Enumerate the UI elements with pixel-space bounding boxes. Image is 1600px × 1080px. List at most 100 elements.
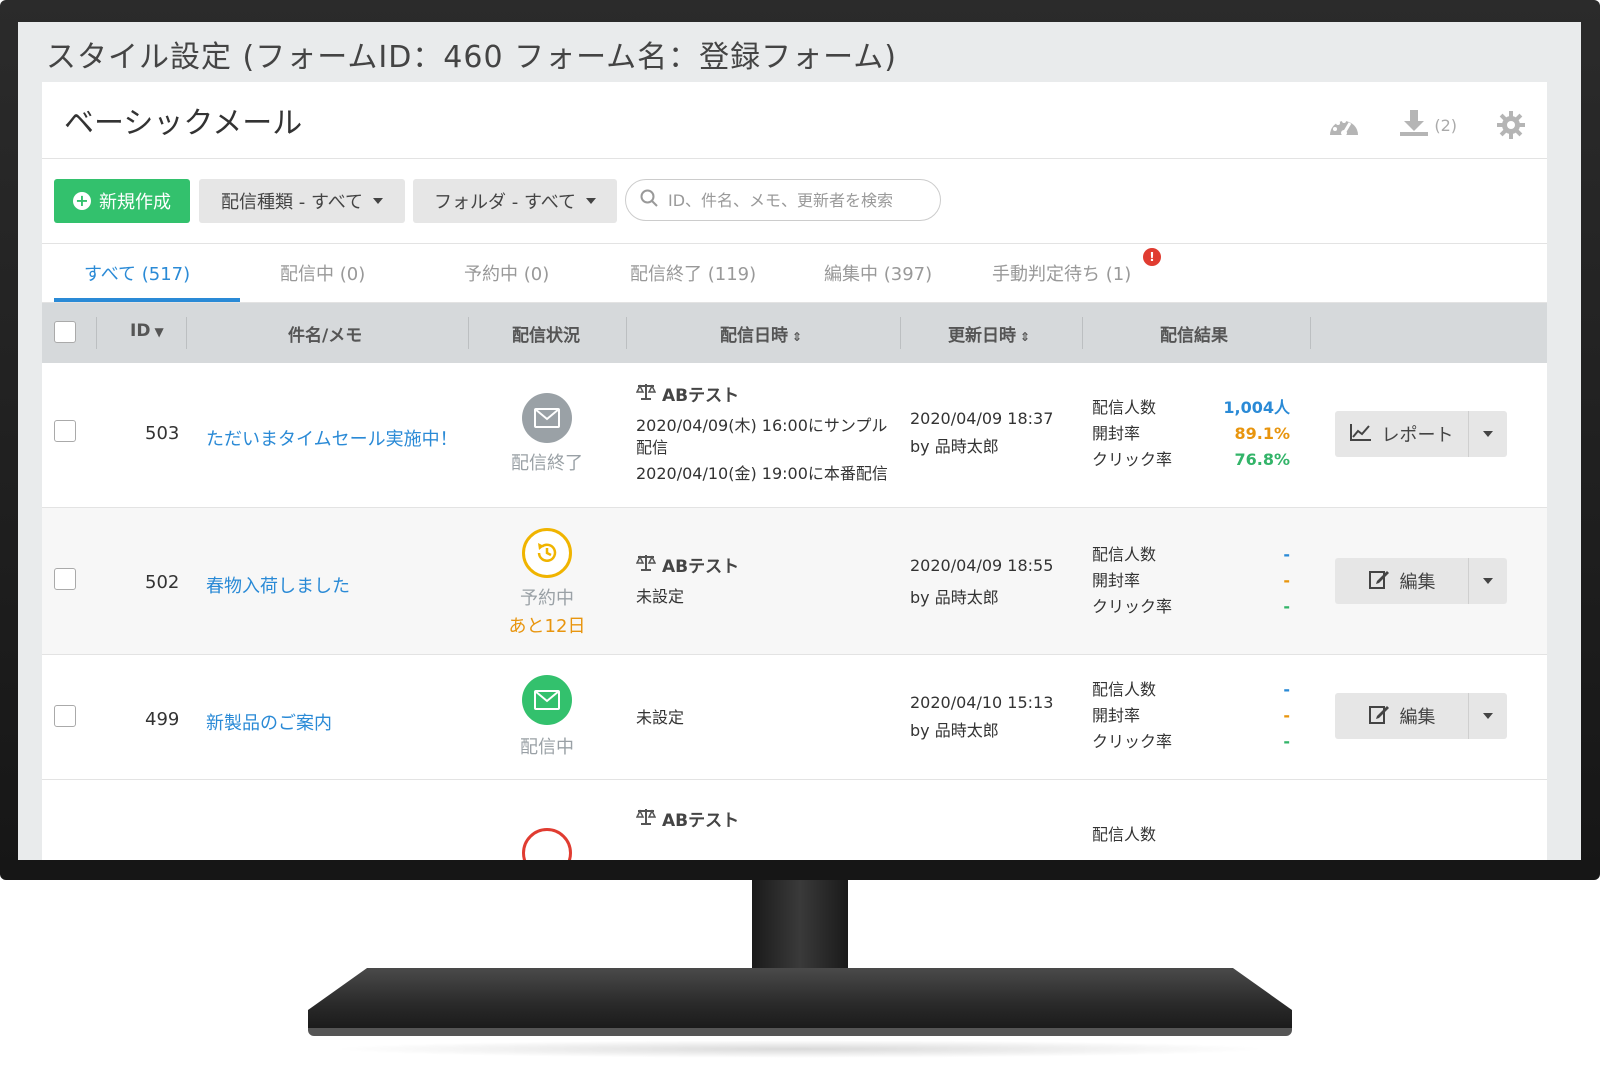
column-subject: 件名/メモ: [288, 326, 363, 346]
caret-down-icon: [585, 198, 596, 204]
result-click-rate: -: [1283, 597, 1290, 616]
result-label-count: 配信人数: [1092, 398, 1157, 417]
result-label-click: クリック率: [1092, 732, 1173, 751]
row-subject-link[interactable]: ただいまタイムセール実施中！: [206, 425, 458, 451]
updated-date: 2020/04/09 18:37: [910, 409, 1054, 428]
header-icons: (2): [1328, 110, 1525, 140]
error-status-icon: [522, 828, 572, 860]
tab-sending[interactable]: 配信中 (0): [280, 260, 365, 286]
row-action-group: レポート: [1335, 411, 1507, 457]
table-row: 499 新製品のご案内 配信中 未設定 2020/04/10 15:13 by …: [42, 655, 1547, 780]
search-box: [625, 179, 941, 221]
plus-icon: +: [73, 192, 91, 210]
status-label: 予約中: [520, 588, 574, 609]
monitor-neck: [752, 880, 848, 975]
result-label-open: 開封率: [1092, 424, 1141, 443]
form-title: スタイル設定 (フォームID：460 フォーム名：登録フォーム): [46, 40, 897, 75]
table-row: ABテスト 配信人数: [42, 780, 1547, 860]
sort-icon: ⇕: [1020, 330, 1031, 344]
column-divider: [1082, 317, 1083, 349]
result-label-count: 配信人数: [1092, 680, 1157, 699]
folder-filter-label: フォルダ - すべて: [434, 192, 576, 213]
download-icon: [1400, 110, 1429, 140]
result-open-rate: -: [1283, 706, 1290, 725]
row-menu-toggle[interactable]: [1469, 693, 1507, 739]
edit-button[interactable]: 編集: [1335, 558, 1469, 604]
result-label-click: クリック率: [1092, 597, 1173, 616]
row-menu-toggle[interactable]: [1469, 558, 1507, 604]
column-divider: [186, 317, 187, 349]
monitor-stand-edge: [308, 1028, 1292, 1036]
schedule-text-1: 未設定: [636, 708, 685, 727]
result-label-open: 開封率: [1092, 571, 1141, 590]
schedule-text-3: 2020/04/10(金) 19:00に本番配信: [636, 464, 888, 483]
new-button[interactable]: + 新規作成: [54, 179, 190, 223]
envelope-icon: [522, 393, 572, 443]
scale-icon: [635, 807, 657, 830]
edit-icon: [1368, 703, 1390, 730]
main-panel: ベーシックメール (2) + 新規作成 配信種類 - すべて フォルダ - すべ…: [42, 82, 1547, 860]
search-icon: [640, 189, 658, 211]
column-updated[interactable]: 更新日時 ⇕: [948, 321, 1030, 346]
alert-badge: !: [1143, 248, 1161, 266]
row-checkbox[interactable]: [54, 420, 76, 442]
table-row: 502 春物入荷しました 予約中 あと12日 ABテスト 未設定 2020/04…: [42, 508, 1547, 655]
edit-button[interactable]: 編集: [1335, 693, 1469, 739]
row-menu-toggle[interactable]: [1469, 411, 1507, 457]
row-subject-link[interactable]: 新製品のご案内: [206, 709, 332, 735]
column-divider: [468, 317, 469, 349]
dashboard-icon[interactable]: [1328, 113, 1360, 137]
result-click-rate: 76.8%: [1234, 450, 1290, 469]
select-all-checkbox[interactable]: [54, 321, 76, 343]
tab-scheduled[interactable]: 予約中 (0): [464, 260, 549, 286]
download-button[interactable]: (2): [1400, 110, 1457, 140]
status-tabs: すべて (517) 配信中 (0) 予約中 (0) 配信終了 (119) 編集中…: [42, 244, 1547, 303]
sort-icon: ⇕: [792, 330, 803, 344]
sort-desc-icon: ▼: [154, 325, 164, 339]
scale-icon: [635, 553, 657, 576]
row-subject-link[interactable]: 春物入荷しました: [206, 572, 350, 598]
column-divider: [626, 317, 627, 349]
line-chart-icon: [1349, 423, 1372, 446]
schedule-text-1: 未設定: [636, 587, 685, 606]
column-id[interactable]: ID ▼: [130, 321, 164, 341]
monitor-stand: [308, 968, 1292, 1028]
ab-test-label: ABテスト: [635, 381, 739, 406]
result-open-rate: 89.1%: [1234, 424, 1290, 443]
status-countdown: あと12日: [508, 616, 586, 637]
tab-editing[interactable]: 編集中 (397): [824, 260, 932, 286]
table-row: 503 ただいまタイムセール実施中！ 配信終了 ABテスト 2020/04/09…: [42, 363, 1547, 508]
gear-icon[interactable]: [1497, 111, 1525, 139]
result-count: 1,004人: [1223, 398, 1290, 417]
edit-icon: [1368, 568, 1390, 595]
monitor-shadow: [330, 1040, 1270, 1058]
row-id: 499: [145, 709, 180, 730]
row-checkbox[interactable]: [54, 568, 76, 590]
caret-down-icon: [1483, 431, 1493, 437]
download-count: (2): [1434, 115, 1457, 135]
folder-filter-dropdown[interactable]: フォルダ - すべて: [413, 179, 617, 223]
tab-all[interactable]: すべて (517): [84, 260, 190, 286]
row-checkbox[interactable]: [54, 705, 76, 727]
row-action-group: 編集: [1335, 693, 1507, 739]
result-label-count: 配信人数: [1092, 545, 1157, 564]
column-divider: [900, 317, 901, 349]
status-label: 配信中: [520, 737, 574, 758]
ab-test-label: ABテスト: [635, 806, 739, 831]
result-click-rate: -: [1283, 732, 1290, 751]
column-datetime[interactable]: 配信日時 ⇕: [720, 321, 802, 346]
schedule-text-1: 2020/04/09(木) 16:00にサンプル: [636, 416, 888, 435]
type-filter-dropdown[interactable]: 配信種類 - すべて: [199, 179, 405, 223]
tab-manual-judgement[interactable]: 手動判定待ち (1): [992, 260, 1131, 286]
report-button[interactable]: レポート: [1335, 411, 1469, 457]
tab-finished[interactable]: 配信終了 (119): [630, 260, 756, 286]
page-title: ベーシックメール: [64, 106, 303, 141]
row-id: 502: [145, 572, 180, 593]
updated-date: 2020/04/10 15:13: [910, 693, 1054, 712]
column-divider: [1310, 317, 1311, 349]
search-input[interactable]: [666, 189, 940, 211]
updated-by: by 品時太郎: [910, 588, 999, 607]
schedule-text-2: 配信: [636, 438, 669, 457]
clock-history-icon: [522, 528, 572, 578]
ab-test-label: ABテスト: [635, 552, 739, 577]
